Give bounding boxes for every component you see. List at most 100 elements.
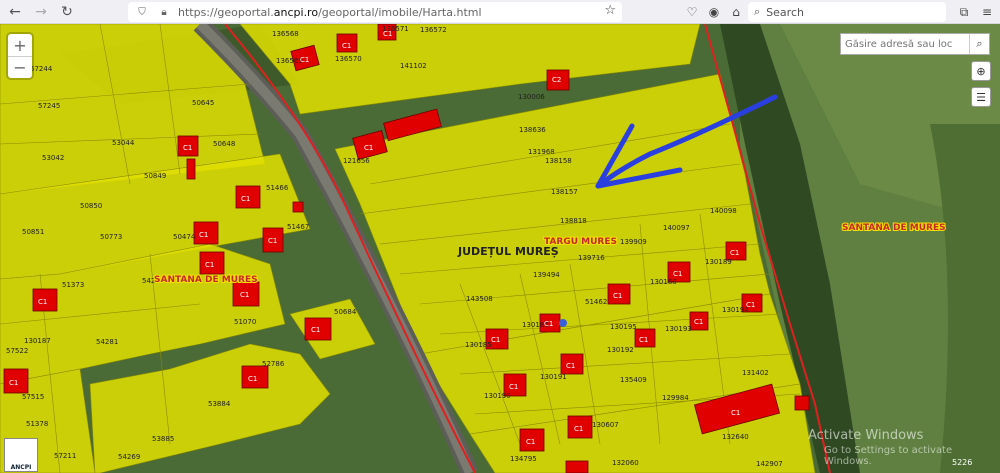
building-code-label: C1 bbox=[574, 425, 583, 433]
back-icon[interactable]: ← bbox=[4, 1, 26, 23]
building-code-label: C1 bbox=[38, 298, 47, 306]
address-search-input[interactable] bbox=[841, 38, 969, 50]
building-code-label: C1 bbox=[566, 362, 575, 370]
parcel-number-label: 54269 bbox=[118, 453, 140, 461]
parcel-number-label: 138818 bbox=[560, 217, 587, 225]
parcel-number-label: 130185 bbox=[465, 341, 492, 349]
legend-list-icon[interactable]: ☰ bbox=[971, 87, 991, 107]
building-code-label: C1 bbox=[731, 409, 740, 417]
parcel-number-label: 130195 bbox=[610, 323, 637, 331]
zoom-out-button[interactable]: − bbox=[8, 56, 32, 78]
building-code-label: C1 bbox=[730, 249, 739, 257]
parcel-number-label: 130190 bbox=[484, 392, 511, 400]
basemap-toggle-icon[interactable]: ⊕ bbox=[971, 61, 991, 81]
parcel-number-label: 132060 bbox=[612, 459, 639, 467]
parcel-number-label: 50850 bbox=[80, 202, 102, 210]
building-code-label: C1 bbox=[199, 231, 208, 239]
parcel-number-label: 51467 bbox=[287, 223, 309, 231]
pocket-icon[interactable]: ♡ bbox=[683, 3, 701, 21]
building-code-label: C1 bbox=[526, 438, 535, 446]
parcel-number-label: 130189 bbox=[705, 258, 732, 266]
building-code-label: C1 bbox=[364, 144, 373, 152]
browser-search-placeholder: Search bbox=[766, 5, 804, 19]
parcel-number-label: 138158 bbox=[545, 157, 572, 165]
url-text: https://geoportal.ancpi.ro/geoportal/imo… bbox=[178, 5, 482, 19]
zoom-in-button[interactable]: + bbox=[8, 34, 32, 56]
parcel-number-label: 51378 bbox=[26, 420, 48, 428]
parcel-number-label: 57211 bbox=[54, 452, 76, 460]
building-code-label: C1 bbox=[268, 237, 277, 245]
parcel-number-label: 136568 bbox=[272, 30, 299, 38]
parcel-number-label: 50684 bbox=[334, 308, 357, 316]
building-code-label: C1 bbox=[342, 42, 351, 50]
address-bar[interactable]: ⛉ 🔒︎ https://geoportal.ancpi.ro/geoporta… bbox=[128, 2, 622, 22]
parcel-number-label: 142907 bbox=[756, 460, 783, 468]
ancpi-logo: ANCPI bbox=[4, 438, 38, 472]
building-code-label: C1 bbox=[248, 375, 257, 383]
logo-text: ANCPI bbox=[10, 464, 32, 471]
lock-icon: 🔒︎ bbox=[161, 6, 167, 18]
parcel-number-label: 57245 bbox=[38, 102, 60, 110]
extensions-icon[interactable]: ⧉ bbox=[955, 3, 973, 21]
parcel-number-label: 140097 bbox=[663, 224, 690, 232]
building-code-label: C1 bbox=[241, 195, 250, 203]
building-code-label: C1 bbox=[509, 383, 518, 391]
building-code-label: C1 bbox=[694, 318, 703, 326]
parcel-number-label: 139494 bbox=[533, 271, 560, 279]
building-code-label: C1 bbox=[311, 326, 320, 334]
parcel-number-label: 138636 bbox=[519, 126, 546, 134]
activate-windows-title: Activate Windows bbox=[808, 428, 924, 443]
parcel-number-label: 53042 bbox=[42, 154, 64, 162]
activate-windows-subtitle: Go to Settings to activate Windows. bbox=[824, 445, 953, 467]
browser-search-field[interactable]: ⌕ Search bbox=[748, 2, 946, 22]
parcel-number-label: 57244 bbox=[30, 65, 53, 73]
parcel-number-label: 130607 bbox=[592, 421, 619, 429]
parcel-number-label: 57515 bbox=[22, 393, 44, 401]
zoom-control: + − bbox=[8, 34, 32, 78]
building-code-label: C1 bbox=[746, 301, 755, 309]
scale-readout: 5226 bbox=[952, 458, 973, 467]
parcel-number-label: 136569 bbox=[276, 57, 303, 65]
parcel-number-label: 136570 bbox=[335, 55, 362, 63]
parcel-number-label: 54281 bbox=[96, 338, 118, 346]
building-code-label: C2 bbox=[552, 76, 561, 84]
parcel-number-label: 140098 bbox=[710, 207, 737, 215]
parcel-number-label: 138157 bbox=[551, 188, 578, 196]
building-code-label: C1 bbox=[491, 336, 500, 344]
map-canvas[interactable]: 136568 136571 136572 57244 136569 136570 14110… bbox=[0, 24, 1000, 473]
parcel-number-label: 53884 bbox=[208, 400, 231, 408]
parcel-number-label: 130191 bbox=[540, 373, 567, 381]
map-search-box: ⌕ bbox=[840, 33, 990, 55]
targu-mures-label: TARGU MURES bbox=[544, 237, 617, 247]
parcel-number-label: 141102 bbox=[400, 62, 427, 70]
account-icon[interactable]: ◉ bbox=[705, 3, 723, 21]
parcel-number-label: 57522 bbox=[6, 347, 28, 355]
parcel-number-label: 51462 bbox=[585, 298, 607, 306]
parcel-number-label: 50849 bbox=[144, 172, 166, 180]
building-code-label: C1 bbox=[300, 56, 309, 64]
santana-left-label: SANTANA DE MURES bbox=[154, 275, 258, 285]
parcel-number-label: 132640 bbox=[722, 433, 749, 441]
parcel-number-label: 131402 bbox=[742, 369, 769, 377]
parcel-number-label: 121656 bbox=[343, 157, 370, 165]
parcel-number-label: 130188 bbox=[650, 278, 677, 286]
search-icon: ⌕ bbox=[754, 5, 761, 18]
forward-icon[interactable]: → bbox=[30, 1, 52, 23]
parcel-number-label: 130006 bbox=[518, 93, 545, 101]
parcel-number-label: 50474 bbox=[173, 233, 196, 241]
parcel-number-label: 50851 bbox=[22, 228, 44, 236]
search-icon[interactable]: ⌕ bbox=[969, 34, 989, 54]
building-code-label: C1 bbox=[183, 144, 192, 152]
reload-icon[interactable]: ↻ bbox=[56, 1, 78, 23]
parcel-number-label: 139716 bbox=[578, 254, 605, 262]
menu-icon[interactable]: ≡ bbox=[978, 3, 996, 21]
parcel-number-label: 136572 bbox=[420, 26, 447, 34]
building-code-label: C1 bbox=[544, 320, 553, 328]
parcel-number-label: 143508 bbox=[466, 295, 493, 303]
building-code-label: C1 bbox=[205, 261, 214, 269]
building-code-label: C1 bbox=[383, 30, 392, 38]
parcel-number-label: 130193 bbox=[665, 325, 692, 333]
home-icon[interactable]: ⌂ bbox=[727, 3, 745, 21]
shield-icon: ⛉ bbox=[138, 6, 146, 18]
bookmark-star-icon[interactable]: ☆ bbox=[604, 3, 616, 18]
